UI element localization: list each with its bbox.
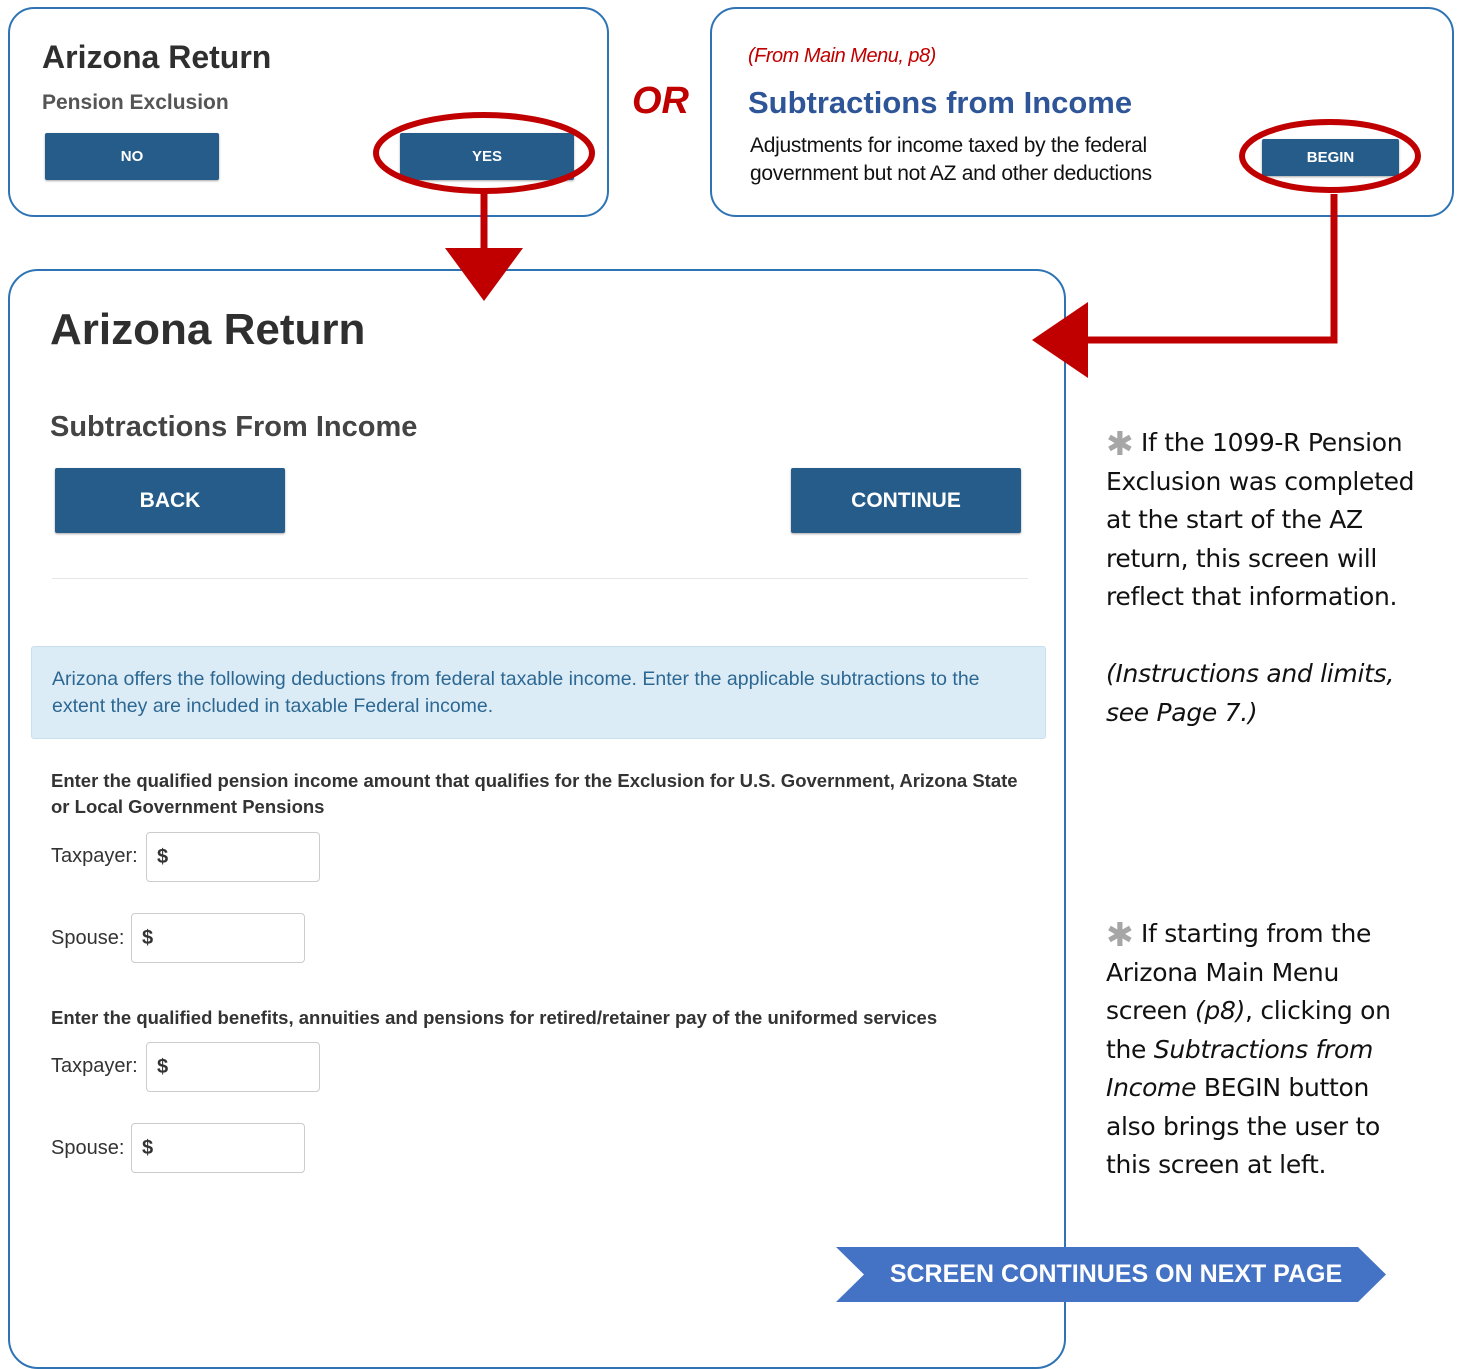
side-note-1: ✱ If the 1099-R Pension Exclusion was co… — [1106, 424, 1446, 617]
side-note-1-text: If the 1099-R Pension Exclusion was comp… — [1106, 428, 1415, 611]
side-note-reference: (Instructions and limits, see Page 7.) — [1106, 659, 1394, 727]
side-note-2-page-ref: (p8) — [1194, 996, 1246, 1025]
continues-banner: SCREEN CONTINUES ON NEXT PAGE — [836, 1247, 1386, 1302]
highlight-ellipse-icon — [373, 112, 595, 194]
highlight-ellipse-icon — [1239, 119, 1421, 193]
side-note-2: ✱ If starting from the Arizona Main Menu… — [1106, 915, 1426, 1185]
arrow-down-icon — [445, 192, 523, 301]
asterisk-icon: ✱ — [1106, 915, 1134, 954]
banner-text: SCREEN CONTINUES ON NEXT PAGE — [889, 1260, 1343, 1288]
arrow-left-icon — [1032, 194, 1338, 378]
asterisk-icon: ✱ — [1106, 424, 1134, 463]
